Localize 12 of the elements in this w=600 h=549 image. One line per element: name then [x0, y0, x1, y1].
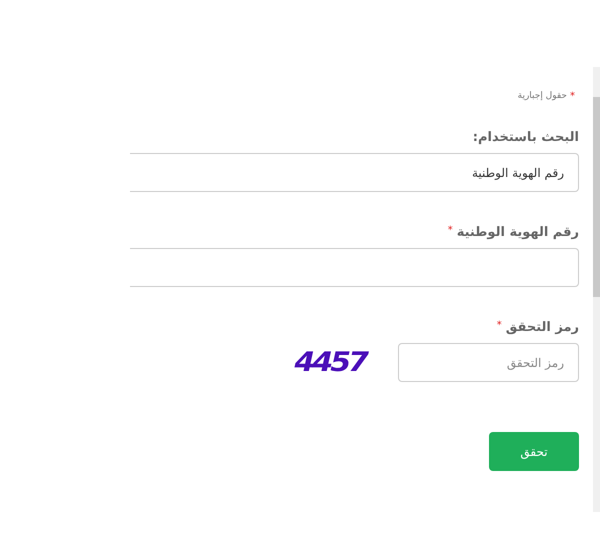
search-type-dropdown[interactable]: رقم الهوية الوطنية: [130, 153, 579, 192]
required-fields-note: حقول إجبارية: [518, 91, 567, 102]
field-label: رمز التحقق: [506, 320, 579, 335]
scrollbar[interactable]: [593, 67, 600, 512]
required-asterisk: *: [448, 225, 453, 236]
captcha-field[interactable]: رمز التحقق: [398, 343, 579, 382]
field-label: البحث باستخدام:: [472, 130, 579, 145]
required-asterisk: *: [570, 91, 575, 102]
captcha-image: 4457: [294, 346, 366, 378]
id-number-field[interactable]: [130, 248, 579, 287]
field-label: رقم الهوية الوطنية: [456, 225, 579, 240]
required-asterisk: *: [496, 320, 502, 331]
